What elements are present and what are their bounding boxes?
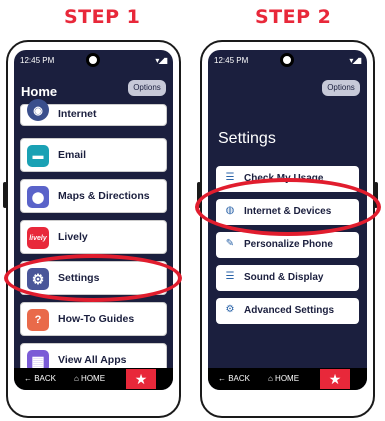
- page-title: Settings: [218, 130, 276, 147]
- app-card-maps[interactable]: ⬤ Maps & Directions: [20, 179, 167, 213]
- home-button[interactable]: ⌂ HOME: [74, 374, 105, 383]
- back-button[interactable]: ← BACK: [24, 374, 56, 383]
- app-card-lively[interactable]: lively Lively: [20, 220, 167, 254]
- email-icon: ▬: [27, 145, 49, 167]
- nav-bar: ← BACK ⌂ HOME ★: [14, 368, 173, 390]
- app-label: Maps & Directions: [58, 190, 150, 202]
- status-time: 12:45 PM: [20, 56, 55, 65]
- star-urgent-button[interactable]: ★: [126, 369, 156, 389]
- settings-item-sound-display[interactable]: ☰ Sound & Display: [216, 265, 359, 291]
- side-button: [3, 182, 7, 208]
- sliders-icon: ☰: [225, 271, 235, 282]
- globe-icon: ◉: [27, 99, 49, 121]
- back-button[interactable]: ← BACK: [218, 374, 250, 383]
- settings-item-label: Personalize Phone: [244, 239, 333, 250]
- nav-bar: ← BACK ⌂ HOME ★: [208, 368, 367, 390]
- gear-icon: ⚙: [225, 304, 235, 315]
- question-icon: ?: [27, 309, 49, 331]
- star-urgent-button[interactable]: ★: [320, 369, 350, 389]
- camera-icon: [280, 53, 294, 67]
- home-screen: 12:45 PM ▾◢▮ Home Options ◉ Internet ▬ E…: [14, 50, 173, 390]
- app-card-internet[interactable]: ◉ Internet: [20, 99, 167, 126]
- options-button[interactable]: Options: [322, 80, 360, 96]
- settings-item-label: Sound & Display: [244, 272, 324, 283]
- app-label: How-To Guides: [58, 313, 135, 325]
- app-label: Internet: [58, 108, 97, 120]
- signal-battery-icon: ▾◢▮: [155, 56, 168, 65]
- phone-home-screen: 12:45 PM ▾◢▮ Home Options ◉ Internet ▬ E…: [3, 40, 181, 418]
- settings-item-label: Advanced Settings: [244, 305, 335, 316]
- map-pin-icon: ⬤: [27, 186, 49, 208]
- camera-icon: [86, 53, 100, 67]
- app-label: Lively: [58, 231, 88, 243]
- app-label: Email: [58, 149, 87, 161]
- app-label: View All Apps: [58, 354, 127, 366]
- personalize-icon: ✎: [225, 238, 235, 249]
- page-title: Home: [21, 84, 58, 99]
- highlight-ring-internet-devices: [195, 178, 381, 236]
- app-card-how-to-guides[interactable]: ? How-To Guides: [20, 302, 167, 336]
- lively-logo-icon: lively: [27, 227, 49, 249]
- status-time: 12:45 PM: [214, 56, 249, 65]
- home-button[interactable]: ⌂ HOME: [268, 374, 299, 383]
- options-button[interactable]: Options: [128, 80, 166, 96]
- step-1-heading: STEP 1: [64, 6, 141, 28]
- app-card-email[interactable]: ▬ Email: [20, 138, 167, 172]
- signal-battery-icon: ▾◢▮: [349, 56, 362, 65]
- settings-item-advanced[interactable]: ⚙ Advanced Settings: [216, 298, 359, 324]
- highlight-ring-settings: [4, 254, 182, 302]
- step-2-heading: STEP 2: [255, 6, 332, 28]
